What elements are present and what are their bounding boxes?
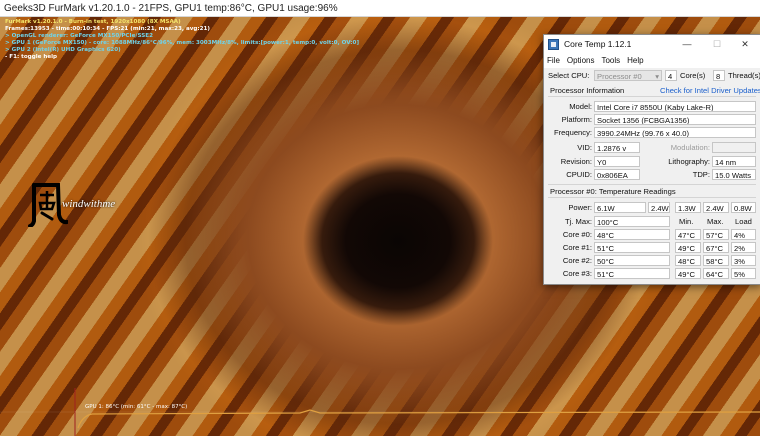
cores-count: 4 xyxy=(665,70,677,81)
menu-file[interactable]: File xyxy=(547,56,560,65)
furmark-hud: FurMark v1.20.1.0 - Burn-in test, 1920x1… xyxy=(5,19,359,61)
furmark-titlebar[interactable]: Geeks3D FurMark v1.20.1.0 - 21FPS, GPU1 … xyxy=(0,0,760,17)
logo-text: windwithme xyxy=(62,198,116,210)
frequency-value: 3990.24MHz (99.76 x 40.0) xyxy=(594,127,756,138)
core-load: 5% xyxy=(731,268,756,279)
menubar: File Options Tools Help xyxy=(544,53,760,67)
select-cpu-label: Select CPU: xyxy=(548,71,590,80)
core-label: Core #3: xyxy=(562,269,592,278)
tdp-label: TDP: xyxy=(692,170,710,179)
divider xyxy=(548,197,756,198)
col-max-header: Max. xyxy=(707,217,724,226)
power-value-package: 6.1W xyxy=(594,202,646,213)
revision-value: Y0 xyxy=(594,156,640,167)
tdp-value: 15.0 Watts xyxy=(712,169,756,180)
furmark-window-title: Geeks3D FurMark v1.20.1.0 - 21FPS, GPU1 … xyxy=(4,2,338,14)
coretemp-window[interactable]: Core Temp 1.12.1 — ☐ ✕ File Options Tool… xyxy=(543,34,760,285)
platform-label: Platform: xyxy=(561,115,592,124)
col-load-header: Load xyxy=(735,217,752,226)
divider xyxy=(548,184,756,185)
core-label: Core #2: xyxy=(562,256,592,265)
lithography-value: 14 nm xyxy=(712,156,756,167)
core-min: 49°C xyxy=(675,242,701,253)
cpuid-value: 0x806EA xyxy=(594,169,640,180)
chevron-down-icon: ▾ xyxy=(655,72,659,81)
core-label: Core #1: xyxy=(562,243,592,252)
divider xyxy=(548,96,756,97)
threads-count: 8 xyxy=(713,70,725,81)
platform-value: Socket 1356 (FCBGA1356) xyxy=(594,114,756,125)
modulation-value xyxy=(712,142,756,153)
col-min-header: Min. xyxy=(679,217,694,226)
driver-update-link[interactable]: Check for Intel Driver Updates xyxy=(660,86,760,95)
graph-label: GPU 1: 86°C (min: 61°C - max: 87°C) xyxy=(85,404,188,410)
coretemp-body: Select CPU: Processor #0 ▾ 4 Core(s) 8 T… xyxy=(544,68,760,284)
core-max: 58°C xyxy=(703,255,729,266)
core-load: 2% xyxy=(731,242,756,253)
core-temp: 48°C xyxy=(594,229,670,240)
power-label: Power: xyxy=(568,203,592,212)
temperature-curve xyxy=(77,409,760,429)
vid-label: VID: xyxy=(577,143,592,152)
power-value-cores: 2.4W xyxy=(648,202,670,213)
maximize-button[interactable]: ☐ xyxy=(702,36,732,52)
threads-label: Thread(s) xyxy=(728,71,760,80)
vid-value: 1.2876 v xyxy=(594,142,640,153)
revision-label: Revision: xyxy=(560,157,592,166)
hud-line: > GPU 1 (GeForce MX150) - core: 1088MHz/… xyxy=(5,40,359,46)
temperature-graph xyxy=(0,388,760,436)
core-temp: 50°C xyxy=(594,255,670,266)
modulation-label: Modulation: xyxy=(670,143,710,152)
core-max: 67°C xyxy=(703,242,729,253)
core-min: 47°C xyxy=(675,229,701,240)
frequency-label: Frequency: xyxy=(554,128,592,137)
cpuid-label: CPUID: xyxy=(566,170,592,179)
core-load: 4% xyxy=(731,229,756,240)
menu-tools[interactable]: Tools xyxy=(601,56,620,65)
lithography-label: Lithography: xyxy=(668,157,710,166)
coretemp-app-icon xyxy=(548,38,559,50)
core-label: Core #0: xyxy=(562,230,592,239)
hud-line: - F1: toggle help xyxy=(5,54,58,60)
select-cpu-dropdown[interactable]: Processor #0 ▾ xyxy=(594,70,662,81)
hud-line: > GPU 2 (Intel(R) UHD Graphics 620) xyxy=(5,47,121,53)
temps-section-label: Processor #0: Temperature Readings xyxy=(550,187,676,196)
core-max: 64°C xyxy=(703,268,729,279)
menu-options[interactable]: Options xyxy=(567,56,595,65)
model-value: Intel Core i7 8550U (Kaby Lake-R) xyxy=(594,101,756,112)
core-load: 3% xyxy=(731,255,756,266)
power-value-dram: 0.8W xyxy=(731,202,756,213)
core-min: 48°C xyxy=(675,255,701,266)
hud-line: > OpenGL renderer: GeForce MX150/PCIe/SS… xyxy=(5,33,153,39)
core-min: 49°C xyxy=(675,268,701,279)
processor-info-label: Processor Information xyxy=(550,86,625,95)
hud-line: Frames:13953 - time:00:10:34 - FPS:21 (m… xyxy=(5,26,210,32)
select-cpu-value: Processor #0 xyxy=(597,72,642,81)
core-temp: 51°C xyxy=(594,268,670,279)
model-label: Model: xyxy=(569,102,592,111)
hud-line: FurMark v1.20.1.0 - Burn-in test, 1920x1… xyxy=(5,19,181,25)
cores-label: Core(s) xyxy=(680,71,706,80)
minimize-button[interactable]: — xyxy=(672,36,702,52)
close-button[interactable]: ✕ xyxy=(730,36,760,52)
core-max: 57°C xyxy=(703,229,729,240)
menu-help[interactable]: Help xyxy=(627,56,643,65)
coretemp-title: Core Temp 1.12.1 xyxy=(564,39,632,49)
tjmax-label: Tj. Max: xyxy=(564,217,592,226)
power-value-graphics: 2.4W xyxy=(703,202,729,213)
coretemp-titlebar[interactable]: Core Temp 1.12.1 — ☐ ✕ xyxy=(544,35,760,53)
core-temp: 51°C xyxy=(594,242,670,253)
power-value-uncore: 1.3W xyxy=(675,202,701,213)
tjmax-value: 100°C xyxy=(594,216,670,227)
